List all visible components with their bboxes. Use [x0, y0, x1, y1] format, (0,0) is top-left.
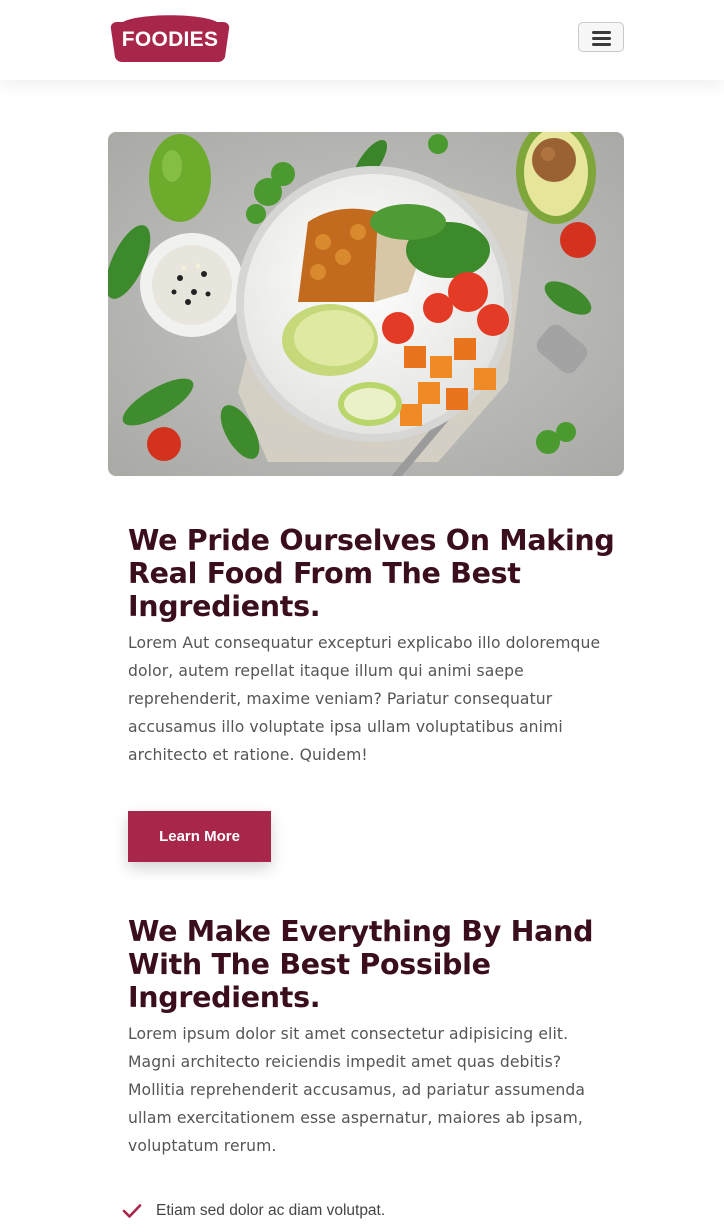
handmade-section: We Make Everything By Hand With The Best… [128, 915, 618, 1160]
hamburger-menu-icon [592, 37, 611, 40]
logo-text: FOODIES [121, 28, 219, 51]
section-heading: We Make Everything By Hand With The Best… [128, 915, 594, 1014]
hamburger-menu-icon [592, 43, 611, 46]
section-heading: We Pride Ourselves On Making Real Food F… [128, 524, 615, 623]
salad-bowl-photo [108, 132, 624, 476]
check-icon [122, 1204, 142, 1218]
hero-image [108, 132, 624, 476]
brand-logo[interactable]: FOODIES [109, 12, 231, 62]
menu-toggle-button[interactable] [578, 22, 624, 52]
learn-more-button[interactable]: Learn More [128, 811, 271, 862]
list-item: Etiam sed dolor ac diam volutpat. [122, 1198, 385, 1224]
section-paragraph: Lorem ipsum dolor sit amet consectetur a… [128, 1025, 586, 1155]
pride-section: We Pride Ourselves On Making Real Food F… [128, 524, 618, 769]
list-item-text: Etiam sed dolor ac diam volutpat. [156, 1202, 386, 1219]
hamburger-menu-icon [592, 31, 611, 34]
section-paragraph: Lorem Aut consequatur excepturi explicab… [128, 634, 601, 764]
site-header: FOODIES [0, 0, 724, 80]
